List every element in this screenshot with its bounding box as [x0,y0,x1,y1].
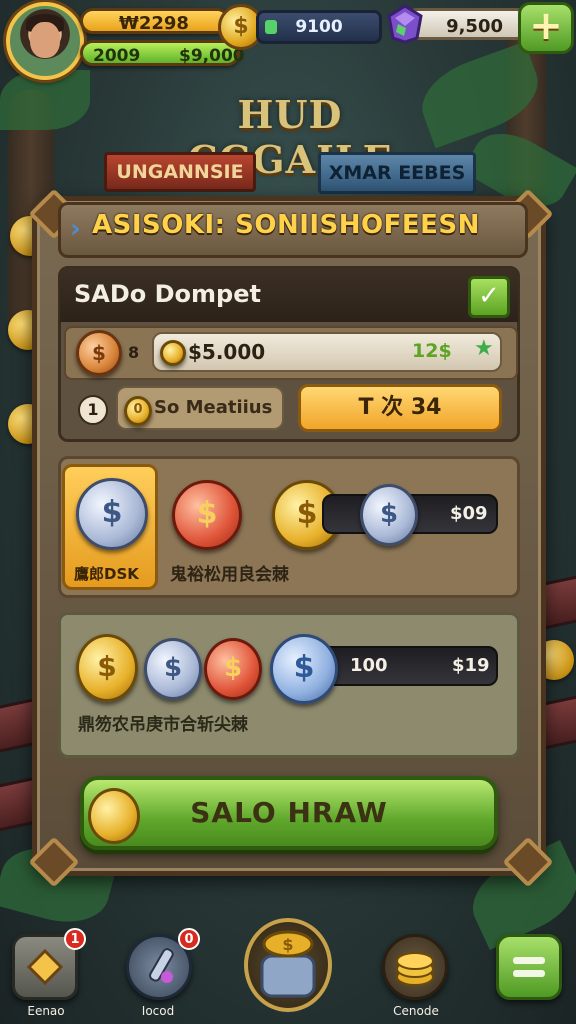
player-avatar[interactable] [6,2,84,80]
nav-coins-button[interactable] [382,934,448,1000]
silver-shield-coin-icon: $ [76,478,148,550]
red-coin-icon[interactable]: $ [204,638,262,700]
avatar-face [30,22,60,58]
background-sign-right: XMAR EEBES [318,152,476,194]
cash-counter: 2009 $9,000 [80,40,245,66]
silver-coin-icon[interactable]: $ [144,638,202,700]
red-coin-option[interactable]: $ [172,480,242,550]
exchange-track-right-value: $19 [452,655,490,676]
confirm-checkbox[interactable]: ✓ [468,276,510,318]
exchange-track-left-value: 100 [350,655,388,676]
panel-title: ASISOKI: SONIISHOFEESN [92,210,480,240]
gold-coins-icon [396,952,434,986]
copper-coin-icon: $ [76,330,122,376]
small-gold-coin-icon [160,340,186,366]
menu-icon [513,957,545,977]
gold-coin-icon[interactable]: $ [76,634,138,702]
nav-menu-button[interactable] [496,934,562,1000]
nav-items-label: Iocod [141,1004,175,1018]
withdraw-button-label: SALO HRAW [190,796,388,829]
nav-items-badge: 0 [178,928,200,950]
amount-bonus: 12$ [412,340,452,362]
coin-stack-icon: $ [260,930,316,998]
energy-counter: 9100 [256,10,382,44]
transaction-button[interactable]: T 次 34 [298,384,502,432]
coin-track-value: $09 [450,503,488,524]
energy-counter-value: 9100 [295,17,343,37]
cash-counter-left: 2009 [93,46,141,66]
blue-coin-icon[interactable]: $ [270,634,338,704]
star-icon: ★ [474,336,494,361]
energy-icon [265,20,277,34]
coin-select-caption: 鬼裕松用良会棘 [170,565,289,585]
purple-gem-icon [387,4,423,44]
nav-coins-label: Cenode [393,1004,439,1018]
gold-counter-value: ₩2298 [119,13,189,34]
amount-value: $5.000 [188,340,266,364]
nav-home-label: Eenao [27,1004,65,1018]
background-sign-left: UNGANNSIE [104,152,256,192]
method-number: 1 [78,395,108,425]
add-currency-button[interactable]: + [518,2,574,54]
method-label: So Meatiius [154,397,273,418]
chevron-right-icon: › [70,214,81,244]
wallet-title: SADo Dompet [74,280,261,308]
silver-coin-option[interactable]: $ [360,484,418,546]
coin-exchange-caption: 鼎笏农吊庚市合斩尖棘 [78,715,248,735]
nav-coin-stack-button[interactable]: $ [244,918,332,1012]
coin-multiplier: 8 [128,343,140,362]
gem-counter-value: 9,500 [446,16,503,37]
selected-coin-label: 鷹郎DSK [74,565,139,583]
top-hud: ₩2298 2009 $9,000 $ 9100 9,500 + [0,0,576,80]
gold-counter: ₩2298 [80,8,230,34]
method-coin-icon: 0 [124,396,152,426]
nav-home-badge: 1 [64,928,86,950]
svg-text:$: $ [282,935,293,954]
